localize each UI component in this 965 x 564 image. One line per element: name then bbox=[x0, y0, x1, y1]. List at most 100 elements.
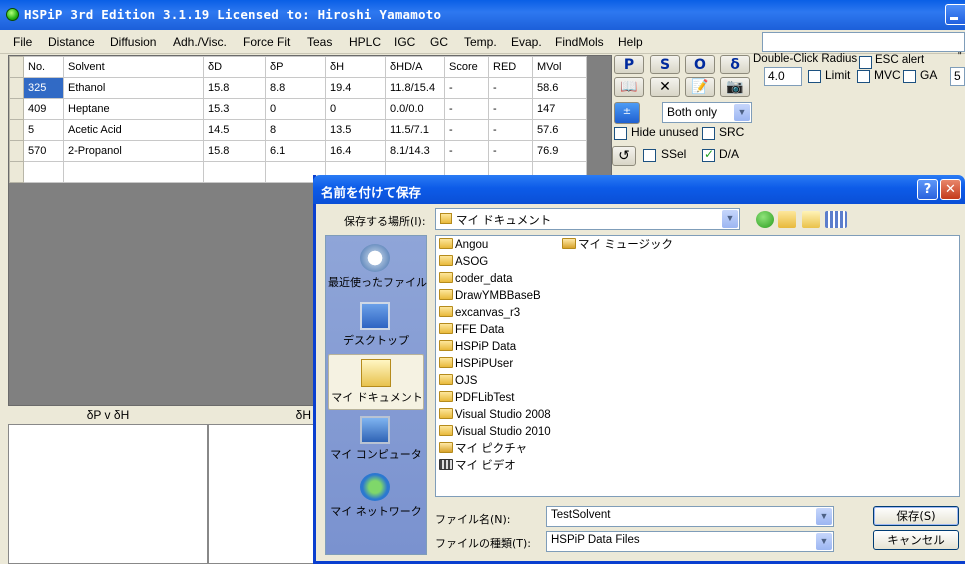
row-header[interactable] bbox=[9, 98, 24, 120]
s-button[interactable]: S bbox=[650, 55, 680, 74]
place-my-computer[interactable]: マイ コンピュータ bbox=[328, 412, 424, 468]
table-cell[interactable]: 76.9 bbox=[532, 140, 587, 162]
table-cell[interactable]: 15.8 bbox=[203, 77, 266, 99]
place-recent[interactable]: 最近使ったファイル bbox=[328, 240, 427, 296]
table-cell[interactable]: - bbox=[488, 98, 533, 120]
o-button[interactable]: O bbox=[685, 55, 715, 74]
table-cell[interactable]: 2-Propanol bbox=[63, 140, 204, 162]
table-cell[interactable]: - bbox=[488, 140, 533, 162]
menu-adh-visc[interactable]: Adh./Visc. bbox=[173, 35, 227, 49]
place-my-documents[interactable]: マイ ドキュメント bbox=[328, 354, 424, 410]
list-item[interactable]: OJS bbox=[439, 373, 477, 389]
table-row[interactable]: 325 Ethanol 15.8 8.8 19.4 11.8/15.4 - - … bbox=[9, 77, 587, 99]
table-cell[interactable]: - bbox=[444, 119, 489, 141]
cancel-button[interactable]: キャンセル bbox=[873, 530, 959, 550]
list-item[interactable]: Visual Studio 2008 bbox=[439, 407, 551, 423]
up-folder-icon[interactable] bbox=[778, 211, 796, 228]
list-item[interactable]: Visual Studio 2010 bbox=[439, 424, 551, 440]
place-desktop[interactable]: デスクトップ bbox=[328, 298, 424, 354]
hide-unused-checkbox[interactable] bbox=[614, 127, 627, 140]
view-menu-icon[interactable] bbox=[825, 211, 847, 228]
menu-help[interactable]: Help bbox=[618, 35, 643, 49]
list-item[interactable]: excanvas_r3 bbox=[439, 305, 520, 321]
table-cell[interactable]: - bbox=[488, 119, 533, 141]
menu-findmols[interactable]: FindMols bbox=[555, 35, 604, 49]
table-cell[interactable]: 147 bbox=[532, 98, 587, 120]
menu-evap[interactable]: Evap. bbox=[511, 35, 542, 49]
table-cell[interactable]: 0 bbox=[325, 98, 386, 120]
menu-gc[interactable]: GC bbox=[430, 35, 448, 49]
top-right-input[interactable] bbox=[762, 32, 965, 52]
table-cell[interactable]: Ethanol bbox=[63, 77, 204, 99]
column-header[interactable]: δP bbox=[265, 56, 326, 78]
mvc-checkbox[interactable] bbox=[857, 70, 870, 83]
row-header[interactable] bbox=[9, 140, 24, 162]
table-cell[interactable]: 0 bbox=[265, 98, 326, 120]
radius-input[interactable]: 4.0 bbox=[764, 67, 802, 86]
table-cell[interactable]: 5 bbox=[23, 119, 64, 141]
table-cell[interactable]: - bbox=[444, 77, 489, 99]
delete-button[interactable]: ✕ bbox=[650, 77, 680, 97]
menu-force-fit[interactable]: Force Fit bbox=[243, 35, 290, 49]
table-cell[interactable]: 15.8 bbox=[203, 140, 266, 162]
save-in-select[interactable]: マイ ドキュメント ▼ bbox=[435, 208, 740, 230]
list-item[interactable]: DrawYMBBaseB bbox=[439, 288, 541, 304]
table-cell[interactable]: 6.1 bbox=[265, 140, 326, 162]
mode-select[interactable]: Both only ▼ bbox=[662, 102, 752, 123]
file-list[interactable]: Angou ASOG coder_data DrawYMBBaseB excan… bbox=[435, 235, 960, 497]
filename-input[interactable]: TestSolvent ▼ bbox=[546, 506, 834, 527]
list-item[interactable]: ASOG bbox=[439, 254, 488, 270]
table-cell[interactable] bbox=[23, 161, 64, 183]
ga-input[interactable]: 5 bbox=[950, 67, 965, 86]
table-cell[interactable] bbox=[203, 161, 266, 183]
column-header[interactable]: RED bbox=[488, 56, 533, 78]
close-button[interactable]: ✕ bbox=[940, 179, 961, 200]
table-cell[interactable]: 11.5/7.1 bbox=[385, 119, 445, 141]
table-cell[interactable]: 8.8 bbox=[265, 77, 326, 99]
table-cell[interactable]: 0.0/0.0 bbox=[385, 98, 445, 120]
calculator-button[interactable]: ± bbox=[614, 102, 640, 124]
table-row[interactable]: 5 Acetic Acid 14.5 8 13.5 11.5/7.1 - - 5… bbox=[9, 119, 587, 141]
menu-temp[interactable]: Temp. bbox=[464, 35, 497, 49]
menu-distance[interactable]: Distance bbox=[48, 35, 95, 49]
da-checkbox[interactable] bbox=[702, 147, 715, 162]
table-cell[interactable]: 11.8/15.4 bbox=[385, 77, 445, 99]
p-button[interactable]: P bbox=[614, 55, 644, 74]
list-item[interactable]: FFE Data bbox=[439, 322, 504, 338]
table-cell[interactable]: - bbox=[444, 140, 489, 162]
table-cell[interactable]: 16.4 bbox=[325, 140, 386, 162]
list-item[interactable]: HSPiPUser bbox=[439, 356, 513, 372]
table-cell[interactable]: - bbox=[488, 77, 533, 99]
limit-checkbox[interactable] bbox=[808, 70, 821, 83]
list-item[interactable]: PDFLibTest bbox=[439, 390, 514, 406]
place-my-network[interactable]: マイ ネットワーク bbox=[328, 469, 424, 525]
ga-checkbox[interactable] bbox=[903, 70, 916, 83]
list-item[interactable]: マイ ピクチャ bbox=[439, 441, 527, 457]
column-header[interactable]: MVol bbox=[532, 56, 587, 78]
plot-dp-dh[interactable] bbox=[8, 424, 208, 564]
menu-file[interactable]: File bbox=[13, 35, 32, 49]
table-cell[interactable]: 8.1/14.3 bbox=[385, 140, 445, 162]
row-header[interactable] bbox=[9, 77, 24, 99]
table-cell[interactable]: 15.3 bbox=[203, 98, 266, 120]
menu-teas[interactable]: Teas bbox=[307, 35, 332, 49]
column-header[interactable]: Solvent bbox=[63, 56, 204, 78]
table-cell[interactable]: 409 bbox=[23, 98, 64, 120]
row-header[interactable] bbox=[9, 161, 24, 183]
list-item[interactable]: HSPiP Data bbox=[439, 339, 516, 355]
table-cell[interactable]: 13.5 bbox=[325, 119, 386, 141]
column-header[interactable]: δH bbox=[325, 56, 386, 78]
column-header[interactable]: δHD/A bbox=[385, 56, 445, 78]
minimize-button[interactable] bbox=[945, 4, 965, 25]
table-cell[interactable]: 325 bbox=[23, 77, 64, 99]
menu-igc[interactable]: IGC bbox=[394, 35, 415, 49]
delta-button[interactable]: δ bbox=[720, 55, 750, 74]
save-button[interactable]: 保存(S) bbox=[873, 506, 959, 526]
list-item[interactable]: マイ ビデオ bbox=[439, 458, 516, 474]
table-cell[interactable]: 58.6 bbox=[532, 77, 587, 99]
column-header[interactable]: Score bbox=[444, 56, 489, 78]
table-cell[interactable] bbox=[63, 161, 204, 183]
plot-dh[interactable] bbox=[208, 424, 314, 564]
esc-alert-checkbox[interactable] bbox=[859, 56, 872, 69]
table-row[interactable]: 570 2-Propanol 15.8 6.1 16.4 8.1/14.3 - … bbox=[9, 140, 587, 162]
